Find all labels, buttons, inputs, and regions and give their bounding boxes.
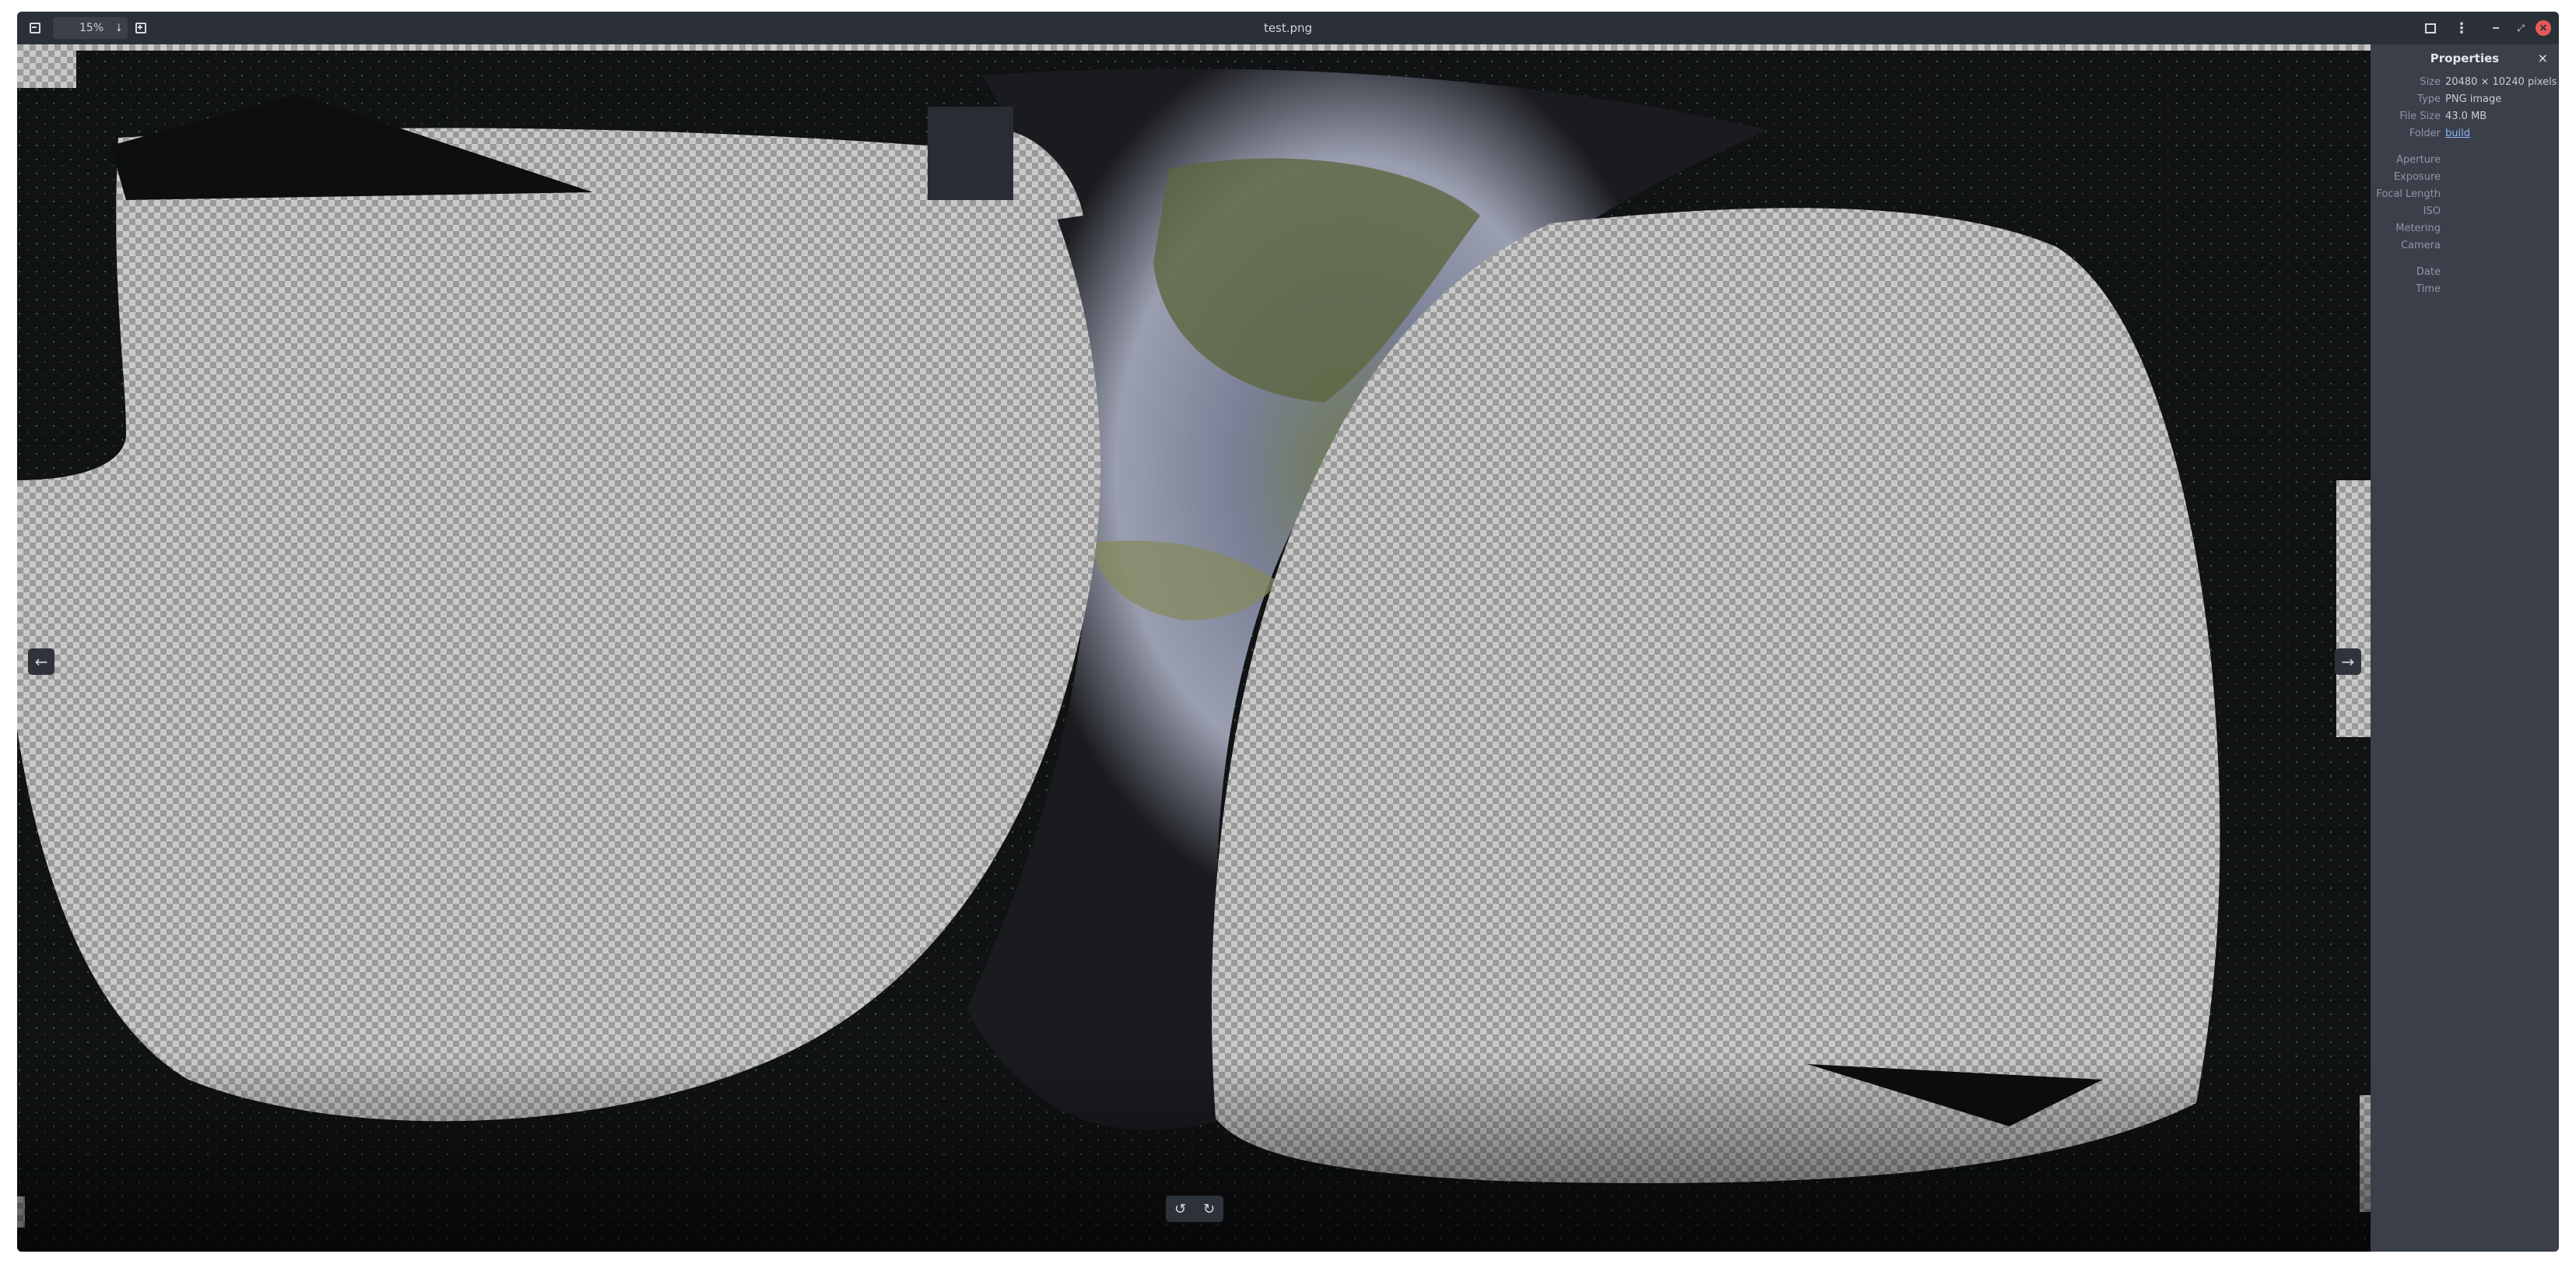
property-file-size: File Size 43.0 MB (2371, 111, 2559, 128)
kebab-menu-icon: ⋮ (2455, 19, 2469, 37)
zoom-level-dropdown[interactable]: 15% ⭣ (53, 17, 128, 39)
property-key: Metering (2395, 223, 2441, 234)
rotate-left-icon[interactable]: ↺ (1174, 1201, 1186, 1217)
next-image-button[interactable]: → (2335, 648, 2361, 675)
rotate-right-icon[interactable]: ↻ (1203, 1201, 1215, 1217)
property-key: Type (2417, 93, 2441, 105)
property-iso: ISO (2371, 205, 2559, 223)
maximize-button[interactable]: ⤢ (2512, 19, 2529, 37)
plus-icon (135, 23, 146, 33)
property-key: Exposure (2393, 171, 2441, 183)
property-key: Focal Length (2376, 188, 2441, 200)
minimize-icon (2493, 27, 2499, 29)
folder-link[interactable]: build (2445, 128, 2470, 139)
arrow-down-icon: ⭣ (116, 22, 121, 34)
property-key: Aperture (2396, 154, 2441, 166)
arrow-right-icon: → (2341, 652, 2355, 671)
property-focal-length: Focal Length (2371, 188, 2559, 205)
image-canvas[interactable]: ← → ↺ ↻ (17, 44, 2371, 1252)
property-key: File Size (2399, 111, 2441, 122)
image-viewer-window: test.png 15% ⭣ ⋮ ⤢ × ← → ↺ ↻ Properties … (17, 12, 2559, 1252)
property-key: Folder (2409, 128, 2441, 139)
previous-image-button[interactable]: ← (28, 648, 54, 675)
menu-button[interactable]: ⋮ (2453, 19, 2470, 37)
close-icon: × (2539, 22, 2548, 34)
property-time: Time (2371, 283, 2559, 300)
properties-title: Properties (2430, 51, 2500, 65)
property-key: Time (2416, 283, 2441, 295)
close-button[interactable]: × (2536, 20, 2551, 36)
fullscreen-icon (2425, 23, 2436, 33)
properties-sidebar: Properties × Size 20480 × 10240 pixels T… (2371, 44, 2559, 1252)
property-camera: Camera (2371, 240, 2559, 257)
property-size: Size 20480 × 10240 pixels (2371, 76, 2559, 93)
property-metering: Metering (2371, 223, 2559, 240)
titlebar: test.png 15% ⭣ ⋮ ⤢ × (17, 12, 2559, 44)
close-properties-button[interactable]: × (2538, 44, 2548, 72)
arrow-left-icon: ← (34, 652, 48, 671)
window-title: test.png (1263, 21, 1313, 35)
close-icon: × (2537, 51, 2548, 65)
property-date: Date (2371, 266, 2559, 283)
minus-icon (30, 23, 40, 33)
property-exposure: Exposure (2371, 171, 2559, 188)
maximize-icon: ⤢ (2517, 22, 2525, 33)
property-value: 20480 × 10240 pixels (2445, 76, 2557, 88)
property-folder: Folder build (2371, 128, 2559, 145)
minimize-button[interactable] (2487, 19, 2504, 37)
property-value: 43.0 MB (2445, 111, 2487, 122)
fullscreen-button[interactable] (2422, 19, 2439, 37)
rotate-controls: ↺ ↻ (1166, 1196, 1223, 1222)
zoom-in-button[interactable] (132, 19, 149, 37)
property-key: Date (2416, 266, 2441, 278)
property-key: Camera (2400, 240, 2441, 251)
zoom-level-value: 15% (79, 22, 104, 34)
zoom-out-button[interactable] (26, 19, 44, 37)
property-value: PNG image (2445, 93, 2502, 105)
property-aperture: Aperture (2371, 154, 2559, 171)
property-type: Type PNG image (2371, 93, 2559, 111)
property-key: Size (2420, 76, 2441, 88)
property-key: ISO (2423, 205, 2441, 217)
displayed-image (17, 44, 2371, 1252)
